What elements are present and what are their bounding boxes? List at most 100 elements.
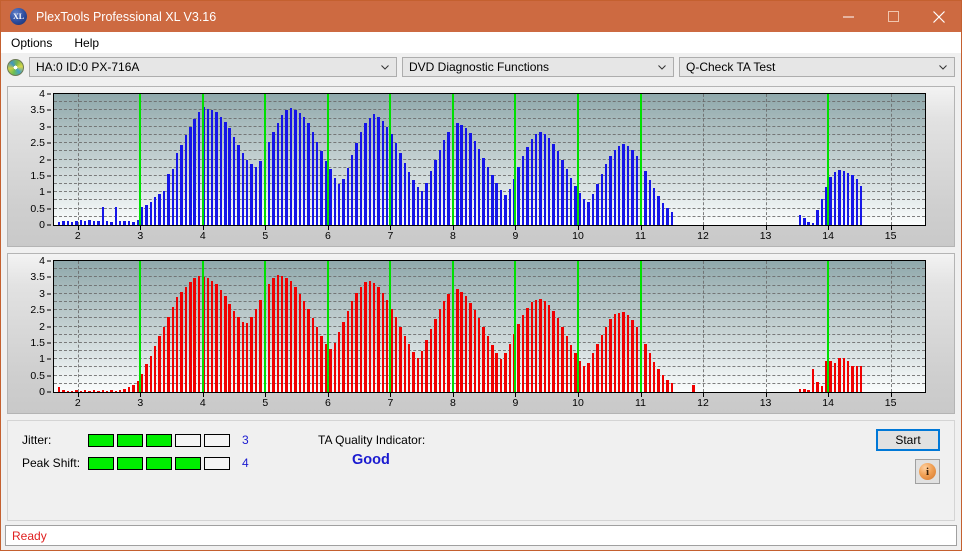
chevron-down-icon (381, 65, 389, 70)
marker-line (576, 94, 579, 225)
charts-area: 0 0.5 1 1.5 2 2.5 3 3.5 4 2 3 4 5 6 7 8 9 10 11 12 13 14 15 0… (1, 81, 961, 420)
meter-segment (175, 433, 201, 447)
x-axis-tick-label: 13 (759, 397, 772, 409)
disc-icon (7, 58, 24, 76)
test-select[interactable]: Q-Check TA Test (679, 57, 955, 77)
jitter-value: 3 (242, 433, 249, 447)
y-axis-tick-mark (47, 142, 51, 144)
x-axis-tick-label: 15 (884, 397, 897, 409)
y-axis-tick-mark (47, 342, 51, 344)
jitter-chart-markers (54, 94, 925, 225)
window-controls (826, 1, 961, 32)
x-axis-tick-label: 4 (199, 397, 206, 409)
marker-line (139, 261, 142, 392)
x-axis-tick-label: 8 (449, 230, 456, 242)
y-axis-tick-label: 1.5 (30, 169, 45, 182)
toolbar: HA:0 ID:0 PX-716A DVD Diagnostic Functio… (1, 53, 961, 81)
x-axis-tick-label: 5 (262, 230, 269, 242)
y-axis-tick-mark (47, 391, 51, 393)
marker-line (389, 261, 392, 392)
peak-shift-row: Peak Shift: 4 (22, 456, 249, 470)
y-axis-tick-mark (47, 126, 51, 128)
function-select[interactable]: DVD Diagnostic Functions (402, 57, 674, 77)
peak-shift-chart-markers (54, 261, 925, 392)
y-axis-tick-mark (47, 208, 51, 210)
marker-line (389, 94, 392, 225)
meter-segment (146, 433, 172, 447)
x-axis-tick-label: 9 (512, 230, 519, 242)
marker-line (576, 261, 579, 392)
peak-shift-chart-y-axis: 0 0.5 1 1.5 2 2.5 3 3.5 4 (8, 255, 51, 398)
y-axis-tick-label: 0 (39, 386, 45, 398)
y-axis-tick-label: 3 (39, 287, 45, 300)
y-axis-tick-label: 0 (39, 219, 45, 231)
marker-line (451, 261, 454, 392)
x-axis-tick-label: 6 (324, 230, 331, 242)
chevron-down-icon (658, 65, 666, 70)
minimize-icon[interactable] (826, 1, 871, 32)
x-axis-tick-label: 12 (697, 397, 709, 409)
x-axis-tick-label: 2 (74, 397, 81, 409)
x-axis-tick-label: 2 (74, 230, 81, 242)
x-axis-tick-label: 10 (572, 397, 584, 409)
x-axis-tick-label: 12 (697, 230, 709, 242)
meter-segment (88, 433, 114, 447)
peak-shift-value: 4 (242, 456, 249, 470)
x-axis-tick-label: 14 (822, 397, 834, 409)
x-axis-tick-label: 5 (262, 397, 269, 409)
y-axis-tick-mark (47, 309, 51, 311)
x-axis-tick-label: 8 (449, 397, 456, 409)
marker-line (264, 261, 267, 392)
drive-select[interactable]: HA:0 ID:0 PX-716A (29, 57, 397, 77)
x-axis-tick-label: 14 (822, 230, 834, 242)
menu-bar: Options Help (1, 32, 961, 53)
start-button[interactable]: Start (876, 429, 940, 451)
y-axis-tick-mark (47, 109, 51, 111)
marker-line (827, 94, 830, 225)
info-icon: i (919, 463, 936, 480)
marker-line (451, 94, 454, 225)
marker-line (639, 94, 642, 225)
y-axis-tick-label: 2 (39, 153, 45, 166)
menu-item-help[interactable]: Help (72, 34, 107, 52)
app-icon: XL (10, 8, 27, 25)
y-axis-tick-label: 0.5 (30, 202, 45, 215)
meter-segment (175, 456, 201, 470)
y-axis-tick-label: 1 (39, 186, 45, 199)
meter-segment (117, 456, 143, 470)
y-axis-tick-mark (47, 375, 51, 377)
meter-segment (117, 433, 143, 447)
y-axis-tick-label: 3 (39, 120, 45, 133)
y-axis-tick-mark (47, 175, 51, 177)
maximize-icon[interactable] (871, 1, 916, 32)
x-axis-tick-label: 7 (387, 397, 394, 409)
y-axis-tick-mark (47, 260, 51, 262)
ta-quality-value: Good (352, 452, 390, 468)
y-axis-tick-mark (47, 159, 51, 160)
jitter-meter (88, 433, 230, 447)
menu-item-options[interactable]: Options (9, 34, 60, 52)
x-axis-tick-label: 15 (884, 230, 897, 242)
status-bar: Ready (5, 525, 957, 546)
y-axis-tick-mark (47, 358, 51, 360)
function-select-value: DVD Diagnostic Functions (409, 60, 550, 74)
marker-line (326, 261, 329, 392)
marker-line (201, 261, 204, 392)
jitter-label: Jitter: (22, 433, 52, 447)
marker-line (326, 94, 329, 225)
y-axis-tick-label: 2.5 (30, 304, 45, 317)
marker-line (514, 94, 517, 225)
y-axis-tick-label: 2 (39, 320, 45, 333)
meter-segment (88, 456, 114, 470)
jitter-chart-y-axis: 0 0.5 1 1.5 2 2.5 3 3.5 4 (8, 88, 51, 231)
chevron-down-icon (939, 65, 947, 70)
ta-quality-label: TA Quality Indicator: (318, 433, 426, 447)
x-axis-tick-label: 4 (199, 230, 206, 242)
x-axis-tick-label: 7 (387, 230, 394, 242)
info-button[interactable]: i (915, 459, 940, 484)
x-axis-tick-label: 3 (137, 230, 144, 242)
close-icon[interactable] (916, 1, 961, 32)
jitter-chart-plot (53, 93, 926, 226)
marker-line (139, 94, 142, 225)
y-axis-tick-mark (47, 191, 51, 193)
